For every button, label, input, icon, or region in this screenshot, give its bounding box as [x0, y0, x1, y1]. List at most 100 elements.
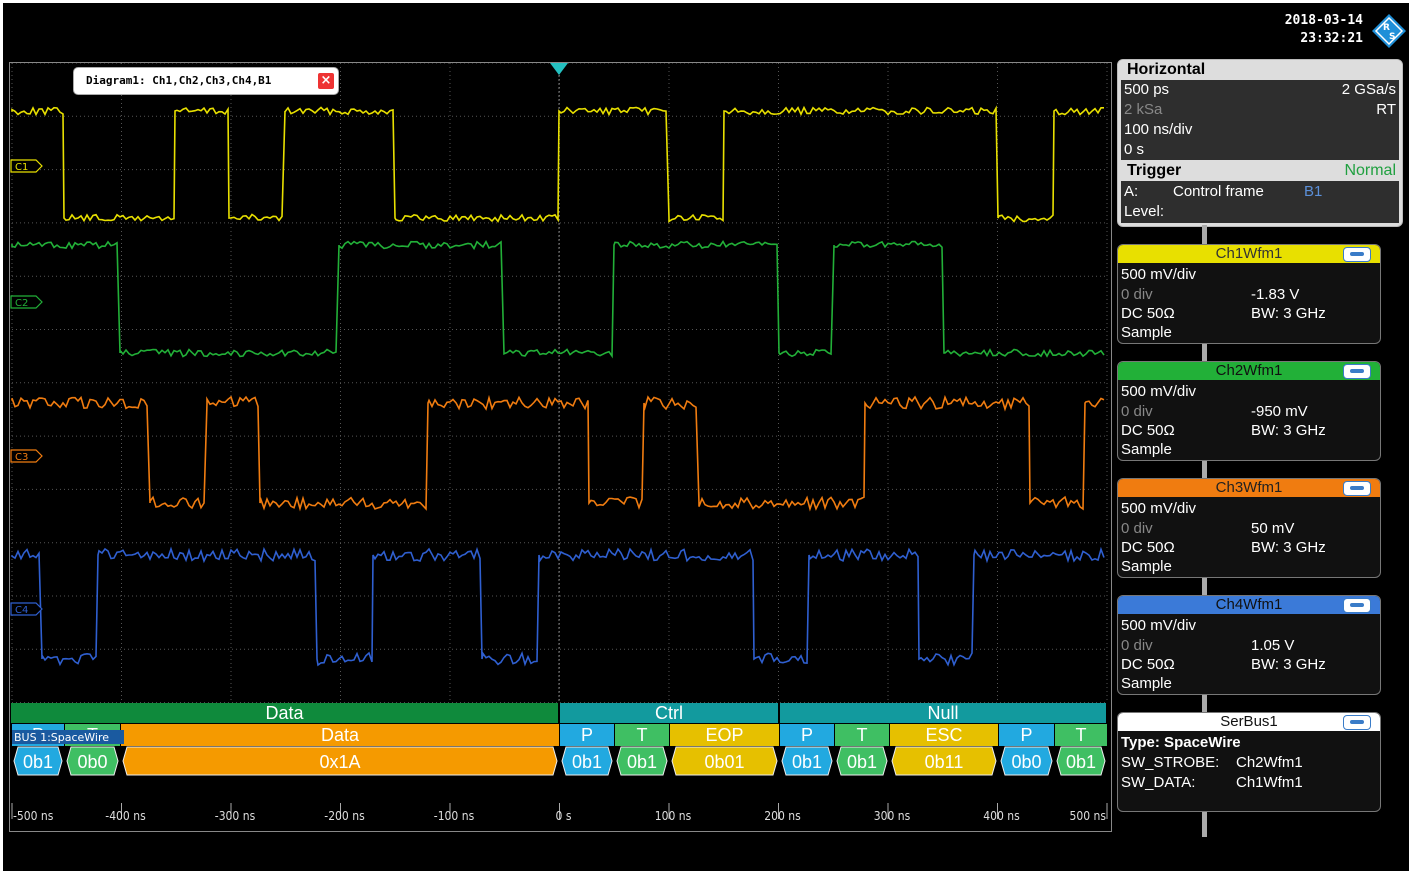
bus-group-label: Data [265, 703, 304, 723]
ch1-offset-div: 0 div [1121, 286, 1153, 303]
bus-field-name: ESC [925, 725, 962, 745]
ch3-acq: Sample [1121, 558, 1172, 575]
ch3-panel[interactable]: Ch3Wfm1 500 mV/div 0 div 50 mV DC 50Ω BW… [1117, 478, 1381, 578]
time-tick-label: -300 ns [215, 809, 256, 823]
channel-marker-label: C2 [15, 298, 28, 309]
bus-field-value: 0b0 [77, 752, 107, 772]
horizontal-position: 0 s [1124, 141, 1145, 158]
bus-field-value: 0b11 [925, 752, 964, 772]
trigger-mode: Normal [1344, 162, 1396, 179]
date-time: 2018-03-14 23:32:21 [1243, 12, 1363, 48]
serbus-type: Type: SpaceWire [1121, 734, 1241, 751]
ch3-minimize-icon[interactable] [1343, 481, 1371, 496]
trigger-source: B1 [1304, 183, 1323, 200]
serbus-strobe-label: SW_STROBE: [1121, 754, 1220, 771]
ch2-panel[interactable]: Ch2Wfm1 500 mV/div 0 div -950 mV DC 50Ω … [1117, 361, 1381, 461]
ch3-trace [11, 394, 1105, 512]
ch4-panel[interactable]: Ch4Wfm1 500 mV/div 0 div 1.05 V DC 50Ω B… [1117, 595, 1381, 695]
ch2-scale: 500 mV/div [1121, 383, 1197, 400]
bus-field-value: 0b1 [1066, 752, 1096, 772]
time-tick-label: 0 s [556, 809, 572, 823]
oscilloscope-screen: 2018-03-14 23:32:21 R S C1 C2 C3 C4 Data Ctrl… [3, 3, 1409, 871]
ch4-trace [11, 546, 1105, 667]
ch2-trace [11, 239, 1105, 359]
ch1-minimize-icon[interactable] [1343, 247, 1371, 262]
brand-logo: R S [1372, 14, 1406, 48]
close-icon[interactable]: × [318, 73, 334, 89]
ch2-offset: -950 mV [1251, 403, 1308, 420]
ch1-acq: Sample [1121, 324, 1172, 341]
bus-field-value: 0x1A [319, 752, 360, 772]
time-tick-label: 100 ns [655, 809, 692, 823]
bus-field-value: 0b1 [847, 752, 877, 772]
waveform-diagram[interactable]: C1 C2 C3 C4 Data Ctrl Null P 0b1 T 0b0 Data 0x1A P 0b1… [9, 62, 1112, 832]
horizontal-title: Horizontal [1118, 60, 1402, 80]
ch3-bandwidth: BW: 3 GHz [1251, 539, 1326, 556]
bus-field-name: P [581, 725, 593, 745]
ch1-coupling: DC 50Ω [1121, 305, 1175, 322]
time-tick-label: 400 ns [983, 809, 1020, 823]
bus-field-value: 0b0 [1011, 752, 1041, 772]
trigger-level-label: Level: [1124, 203, 1165, 220]
time-tick-label: -400 ns [105, 809, 146, 823]
channel-marker-label: C4 [15, 605, 28, 616]
time-scale: 100 ns/div [1124, 121, 1193, 138]
ch4-scale: 500 mV/div [1121, 617, 1197, 634]
time-tick-label: 300 ns [874, 809, 911, 823]
sample-rate: 2 GSa/s [1341, 81, 1396, 98]
ch3-title: Ch3Wfm1 [1118, 479, 1380, 497]
trigger-a-value: Control frame [1173, 183, 1264, 200]
ch1-panel[interactable]: Ch1Wfm1 500 mV/div 0 div -1.83 V DC 50Ω … [1117, 244, 1381, 344]
channel-marker-label: C3 [15, 452, 28, 463]
diagram-title: Diagram1: Ch1,Ch2,Ch3,Ch4,B1 [86, 74, 272, 87]
bus-field-value: 0b1 [23, 752, 53, 772]
bus-group-label: Ctrl [655, 703, 683, 723]
bus-label: BUS 1:SpaceWire [14, 731, 109, 744]
serbus-data-label: SW_DATA: [1121, 774, 1196, 791]
ch1-offset: -1.83 V [1251, 286, 1300, 303]
horizontal-panel[interactable]: Horizontal 500 ps 2 GSa/s 2 kSa RT 100 n… [1117, 59, 1403, 227]
bus-field-value: 0b1 [627, 752, 657, 772]
ch4-title: Ch4Wfm1 [1118, 596, 1380, 614]
bus-field-name: T [1076, 725, 1087, 745]
time-tick-label: -500 ns [13, 809, 54, 823]
resolution: 500 ps [1124, 81, 1170, 98]
ch4-offset-div: 0 div [1121, 637, 1153, 654]
ch3-scale: 500 mV/div [1121, 500, 1197, 517]
ch3-offset-div: 0 div [1121, 520, 1153, 537]
serbus-minimize-icon[interactable] [1343, 715, 1371, 730]
ch2-minimize-icon[interactable] [1343, 364, 1371, 379]
serbus-title: SerBus1 [1118, 713, 1380, 731]
svg-text:S: S [1389, 32, 1395, 42]
diagram-tab[interactable]: Diagram1: Ch1,Ch2,Ch3,Ch4,B1 × [74, 68, 338, 94]
ch4-offset: 1.05 V [1251, 637, 1295, 654]
serbus-strobe: Ch2Wfm1 [1236, 754, 1303, 771]
bus-field-value: 0b1 [792, 752, 822, 772]
trigger-header[interactable]: Trigger Normal [1121, 160, 1399, 181]
bus-field-name: P [1020, 725, 1032, 745]
ch4-minimize-icon[interactable] [1343, 598, 1371, 613]
time: 23:32:21 [1300, 31, 1363, 46]
ch3-coupling: DC 50Ω [1121, 539, 1175, 556]
ch1-scale: 500 mV/div [1121, 266, 1197, 283]
bus-field-name: Data [321, 725, 360, 745]
ch3-offset: 50 mV [1251, 520, 1295, 537]
bus-group-label: Null [927, 703, 958, 723]
serbus-data: Ch1Wfm1 [1236, 774, 1303, 791]
bus-field-name: P [801, 725, 813, 745]
channel-marker-label: C1 [15, 162, 28, 173]
trigger-a-label: A: [1124, 183, 1139, 200]
bus-field-value: 0b1 [572, 752, 602, 772]
acq-mode: RT [1376, 101, 1396, 118]
ch1-trace [11, 105, 1104, 223]
bus-field-name: T [637, 725, 648, 745]
record-length: 2 kSa [1124, 101, 1163, 118]
waveform-plot[interactable]: C1 C2 C3 C4 Data Ctrl Null P 0b1 T 0b0 Data 0x1A P 0b1… [10, 63, 1111, 831]
ch4-bandwidth: BW: 3 GHz [1251, 656, 1326, 673]
time-tick-label: 200 ns [764, 809, 801, 823]
time-tick-label: -100 ns [434, 809, 475, 823]
ch2-coupling: DC 50Ω [1121, 422, 1175, 439]
ch4-acq: Sample [1121, 675, 1172, 692]
serbus-panel[interactable]: SerBus1 Type: SpaceWire SW_STROBE: Ch2Wf… [1117, 712, 1381, 812]
ch2-offset-div: 0 div [1121, 403, 1153, 420]
